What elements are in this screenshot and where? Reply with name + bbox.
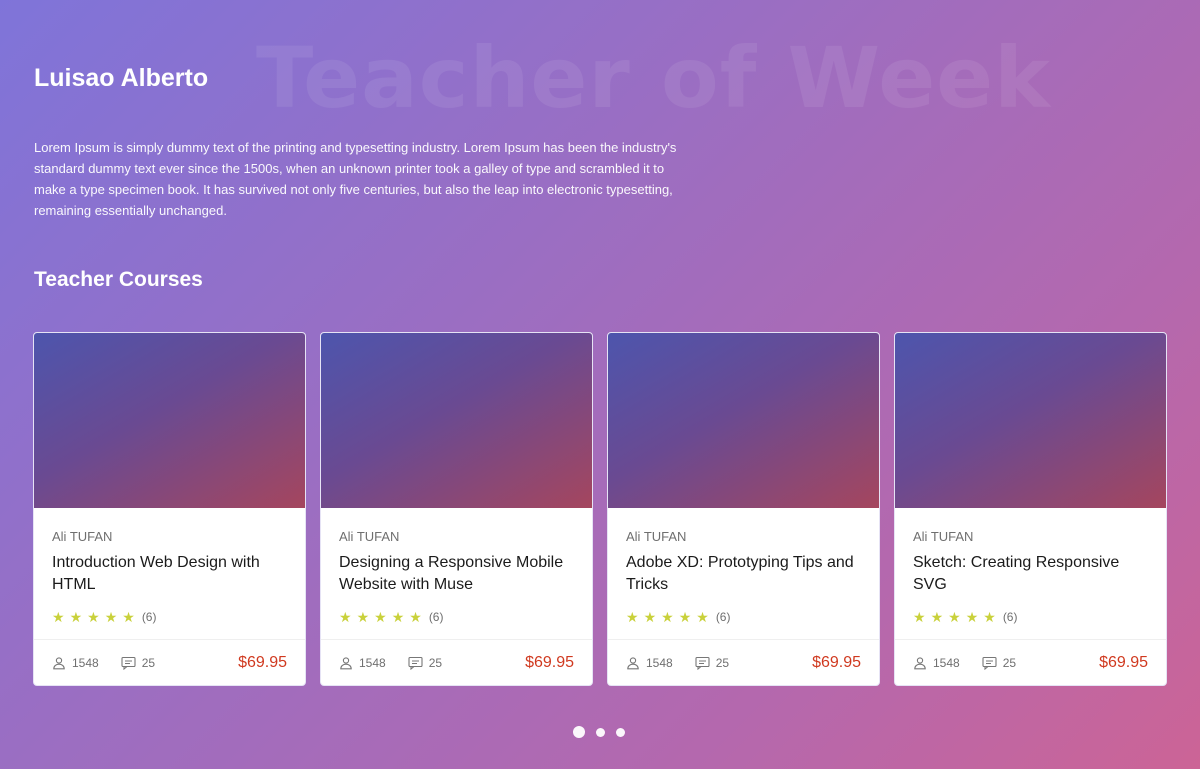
course-rating: ★ ★ ★ ★ ★ (6) bbox=[339, 610, 574, 624]
student-count: 1548 bbox=[933, 655, 960, 670]
carousel-dot[interactable] bbox=[616, 727, 625, 737]
course-price: $69.95 bbox=[525, 653, 574, 671]
course-price: $69.95 bbox=[812, 653, 861, 671]
course-price: $69.95 bbox=[1099, 653, 1148, 671]
course-card[interactable]: Ali TUFAN Designing a Responsive Mobile … bbox=[320, 332, 593, 686]
star-icon: ★ bbox=[930, 609, 944, 625]
course-card[interactable]: Ali TUFAN Introduction Web Design with H… bbox=[33, 332, 306, 686]
course-author[interactable]: Ali TUFAN bbox=[52, 528, 287, 546]
star-icon: ★ bbox=[69, 609, 83, 625]
course-thumbnail[interactable] bbox=[321, 333, 592, 508]
comment-icon bbox=[695, 656, 710, 670]
course-card[interactable]: Ali TUFAN Adobe XD: Prototyping Tips and… bbox=[607, 332, 880, 686]
course-rating: ★ ★ ★ ★ ★ (6) bbox=[52, 610, 287, 624]
review-count: (6) bbox=[141, 610, 157, 624]
course-carousel: Ali TUFAN Introduction Web Design with H… bbox=[33, 332, 1167, 686]
star-icon: ★ bbox=[374, 609, 387, 625]
star-icon: ★ bbox=[391, 609, 405, 625]
comment-icon bbox=[982, 656, 997, 670]
star-icon: ★ bbox=[626, 609, 639, 625]
carousel-dot[interactable] bbox=[596, 727, 605, 737]
course-price: $69.95 bbox=[238, 653, 287, 671]
review-count: (6) bbox=[1002, 610, 1018, 624]
star-icon: ★ bbox=[122, 609, 135, 625]
star-icon: ★ bbox=[356, 609, 370, 625]
comment-count: 25 bbox=[1002, 655, 1017, 670]
comment-icon bbox=[121, 656, 136, 670]
course-title[interactable]: Designing a Responsive Mobile Website wi… bbox=[339, 552, 574, 596]
course-title[interactable]: Adobe XD: Prototyping Tips and Tricks bbox=[626, 552, 861, 596]
course-thumbnail[interactable] bbox=[608, 333, 879, 508]
comment-icon bbox=[408, 656, 423, 670]
star-icon: ★ bbox=[409, 609, 422, 625]
review-count: (6) bbox=[715, 610, 731, 624]
comment-count: 25 bbox=[715, 655, 730, 670]
star-icon: ★ bbox=[913, 609, 926, 625]
course-thumbnail[interactable] bbox=[895, 333, 1166, 508]
star-icon: ★ bbox=[696, 609, 709, 625]
user-icon bbox=[626, 656, 640, 670]
course-card[interactable]: Ali TUFAN Sketch: Creating Responsive SV… bbox=[894, 332, 1167, 686]
star-icon: ★ bbox=[52, 609, 65, 625]
star-icon: ★ bbox=[643, 609, 657, 625]
course-rating: ★ ★ ★ ★ ★ (6) bbox=[626, 610, 861, 624]
user-icon bbox=[913, 656, 927, 670]
student-count: 1548 bbox=[646, 655, 673, 670]
course-title[interactable]: Sketch: Creating Responsive SVG bbox=[913, 552, 1148, 596]
course-rating: ★ ★ ★ ★ ★ (6) bbox=[913, 610, 1148, 624]
star-icon: ★ bbox=[983, 609, 996, 625]
student-count: 1548 bbox=[72, 655, 99, 670]
course-author[interactable]: Ali TUFAN bbox=[626, 528, 861, 546]
star-icon: ★ bbox=[678, 609, 692, 625]
teacher-name: Luisao Alberto bbox=[34, 64, 209, 92]
course-title[interactable]: Introduction Web Design with HTML bbox=[52, 552, 287, 596]
star-icon: ★ bbox=[87, 609, 100, 625]
carousel-pagination bbox=[573, 726, 625, 738]
course-author[interactable]: Ali TUFAN bbox=[913, 528, 1148, 546]
star-icon: ★ bbox=[661, 609, 674, 625]
star-icon: ★ bbox=[965, 609, 979, 625]
comment-count: 25 bbox=[428, 655, 443, 670]
watermark-heading: Teacher of Week bbox=[256, 29, 1051, 127]
course-thumbnail[interactable] bbox=[34, 333, 305, 508]
courses-section-title: Teacher Courses bbox=[34, 268, 203, 291]
user-icon bbox=[52, 656, 66, 670]
carousel-dot[interactable] bbox=[573, 726, 585, 738]
student-count: 1548 bbox=[359, 655, 386, 670]
user-icon bbox=[339, 656, 353, 670]
comment-count: 25 bbox=[141, 655, 156, 670]
review-count: (6) bbox=[428, 610, 444, 624]
teacher-bio: Lorem Ipsum is simply dummy text of the … bbox=[34, 140, 677, 218]
star-icon: ★ bbox=[948, 609, 961, 625]
star-icon: ★ bbox=[104, 609, 118, 625]
star-icon: ★ bbox=[339, 609, 352, 625]
course-author[interactable]: Ali TUFAN bbox=[339, 528, 574, 546]
